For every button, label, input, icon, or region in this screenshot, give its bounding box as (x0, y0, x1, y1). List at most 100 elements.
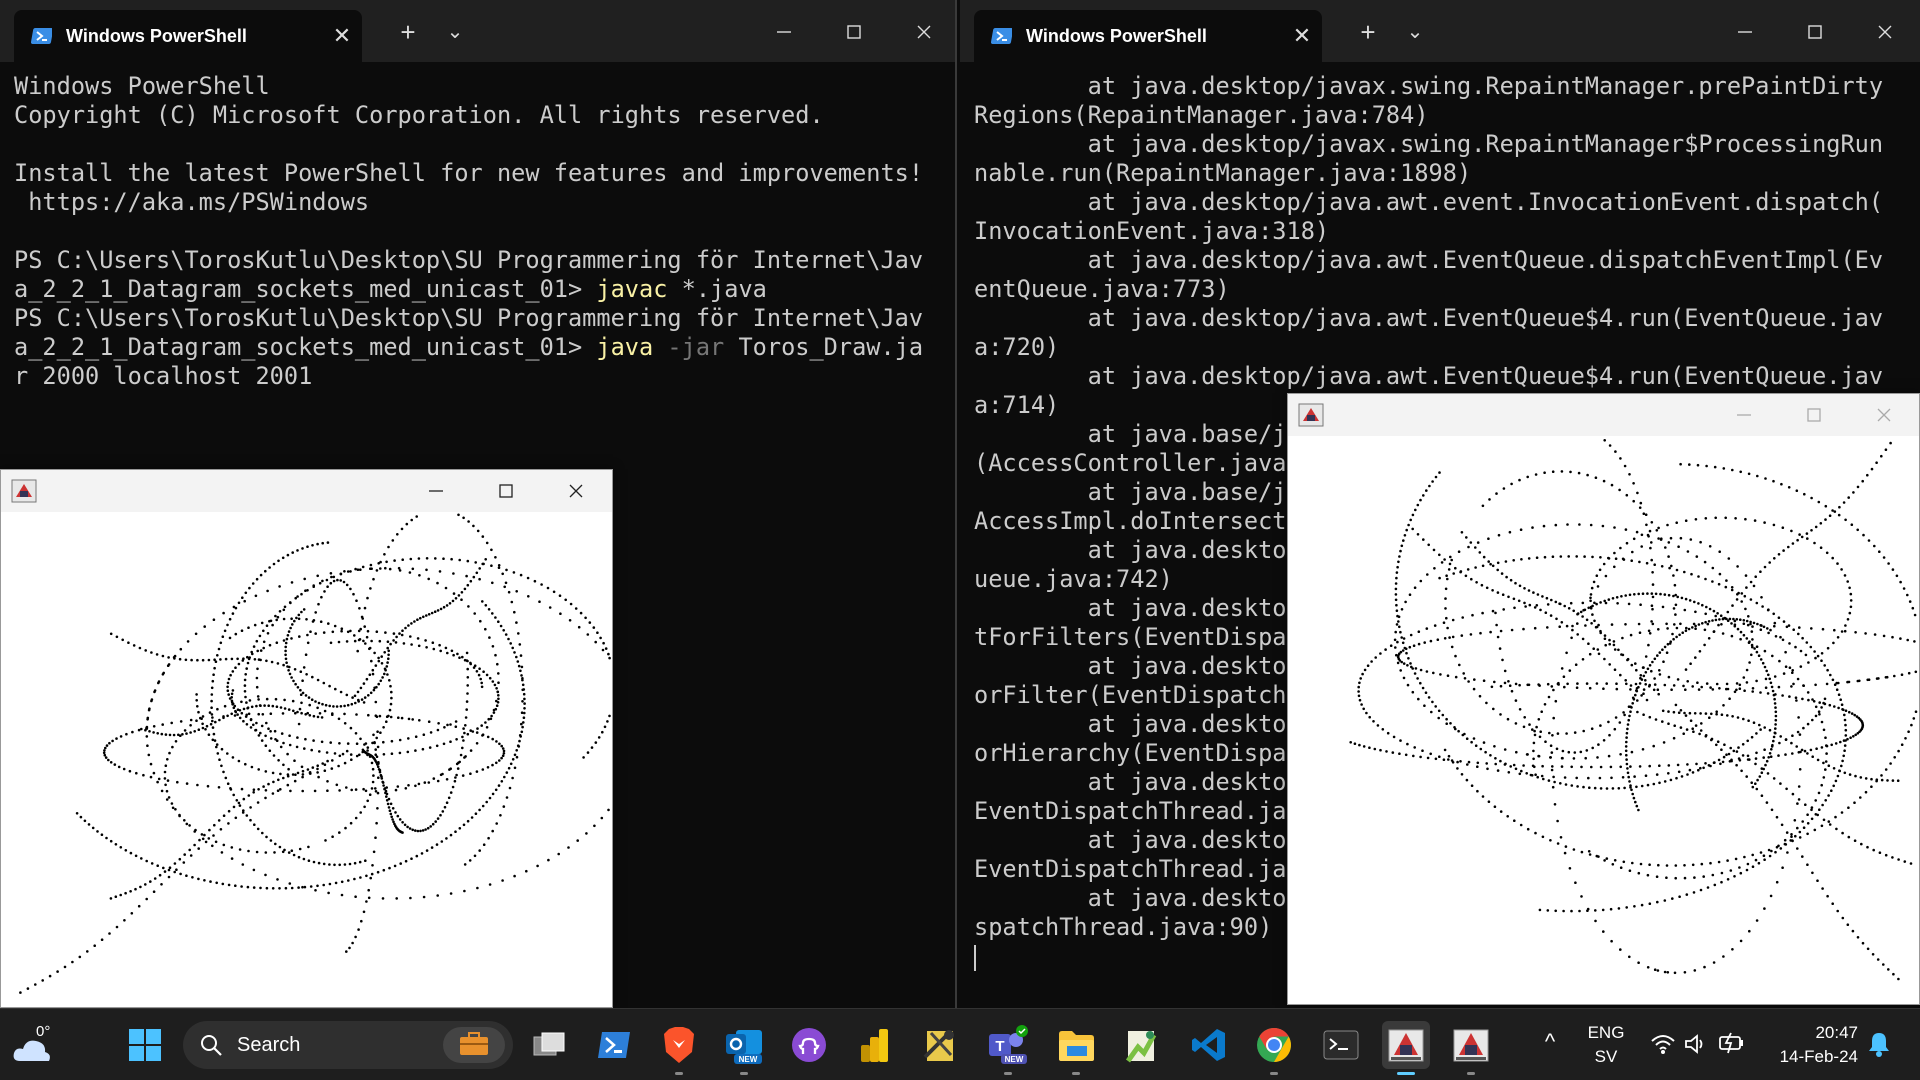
tab-bar: Windows PowerShell ✕ + ⌄ (960, 0, 1920, 62)
tab-powershell[interactable]: Windows PowerShell ✕ (14, 10, 362, 62)
terminal-line: Install the latest PowerShell for new fe… (14, 159, 923, 188)
clock[interactable]: 20:47 14-Feb-24 (1760, 1021, 1870, 1069)
folder-icon (1059, 1031, 1094, 1061)
taskbar-task-view[interactable] (525, 1021, 573, 1069)
minimize-button[interactable] (749, 4, 819, 60)
outlook-icon: NEW (726, 1030, 762, 1064)
dotted-drawing (1349, 439, 1918, 981)
powershell-icon (598, 1032, 630, 1058)
terminal-line: at java.desktop/java.awt.EventQueue.disp… (974, 246, 1884, 274)
taskbar-file-explorer[interactable] (1052, 1021, 1100, 1075)
github-icon (792, 1028, 826, 1062)
terminal-line: PS C:\Users\TorosKutlu\Desktop\SU Progra… (14, 304, 923, 333)
drawing-canvas[interactable] (1, 512, 612, 1007)
search-icon (201, 1035, 222, 1056)
terminal-line: a:720) (974, 333, 1060, 361)
battery-charging-icon[interactable] (1718, 1031, 1746, 1055)
terminal-text: PS C:\Users\TorosKutlu\Desktop\SU Progra… (14, 246, 924, 274)
running-indicator (1270, 1072, 1278, 1075)
taskbar-notepad-plus-plus[interactable] (1117, 1021, 1165, 1069)
command-token: javac (596, 275, 668, 303)
power-bi-icon (861, 1029, 888, 1062)
volume-icon[interactable] (1684, 1033, 1708, 1055)
taskbar-vscode[interactable] (1185, 1021, 1233, 1069)
terminal-line: Copyright (C) Microsoft Corporation. All… (14, 101, 923, 130)
terminal-line: a_2_2_1_Datagram_sockets_med_unicast_01>… (14, 333, 923, 362)
maximize-button[interactable] (1780, 4, 1850, 60)
taskbar-outlook-new[interactable]: NEW (720, 1021, 768, 1075)
minimize-button[interactable] (1710, 4, 1780, 60)
terminal-text: a_2_2_1_Datagram_sockets_med_unicast_01> (14, 333, 597, 361)
minimize-button[interactable] (401, 470, 471, 512)
terminal-line: at java.desktop/java.awt.EventQueue$4.ru… (974, 304, 1884, 332)
close-button[interactable] (1849, 394, 1919, 436)
maximize-button[interactable] (471, 470, 541, 512)
drawing-canvas[interactable] (1288, 436, 1919, 1004)
start-button[interactable] (121, 1021, 169, 1069)
taskbar-power-bi[interactable] (850, 1021, 898, 1069)
task-view-icon (533, 1032, 565, 1056)
java-app-icon (1388, 1029, 1424, 1062)
terminal-line: at java.desktop/java.awt.EventQueue$4.ru… (974, 362, 1884, 390)
weather-widget[interactable]: 0° (12, 1023, 72, 1067)
close-tab-icon[interactable]: ✕ (1282, 23, 1322, 49)
taskbar-java-draw-1[interactable] (1382, 1021, 1430, 1075)
running-indicator (740, 1072, 748, 1075)
running-indicator (1467, 1072, 1475, 1075)
vscode-icon (1192, 1029, 1225, 1061)
java-draw-window-right[interactable] (1287, 393, 1920, 1005)
search-box[interactable]: Search (183, 1021, 513, 1069)
close-button[interactable] (889, 4, 955, 60)
terminal-line: nable.run(RepaintManager.java:1898) (974, 159, 1472, 187)
language-indicator[interactable]: ENG SV (1582, 1021, 1630, 1069)
minimize-button[interactable] (1709, 394, 1779, 436)
terminal-text: Install the latest PowerShell for new fe… (14, 159, 924, 187)
terminal-line: entQueue.java:773) (974, 275, 1230, 303)
terminal-text: Windows PowerShell (14, 72, 270, 100)
notification-bell-icon[interactable] (1868, 1031, 1890, 1057)
maximize-button[interactable] (819, 4, 889, 60)
chrome-icon (1257, 1028, 1291, 1062)
taskbar-brave[interactable] (655, 1021, 703, 1075)
taskbar-teams-new[interactable]: T NEW (984, 1021, 1032, 1075)
wifi-icon[interactable] (1650, 1033, 1676, 1055)
terminal-text: r 2000 localhost 2001 (14, 362, 313, 390)
tools-icon (923, 1030, 954, 1061)
terminal-line: PS C:\Users\TorosKutlu\Desktop\SU Progra… (14, 246, 923, 275)
taskbar-tools-app[interactable] (915, 1021, 963, 1069)
title-bar[interactable] (1, 470, 612, 512)
taskbar-powershell[interactable] (590, 1021, 638, 1069)
taskbar-github-desktop[interactable] (785, 1021, 833, 1069)
taskbar-chrome[interactable] (1250, 1021, 1298, 1075)
keyboard-layout: SV (1594, 1047, 1618, 1066)
terminal-text: Toros_Draw.ja (724, 333, 924, 361)
dotted-drawing (19, 513, 611, 994)
tab-bar: Windows PowerShell ✕ + ⌄ (0, 0, 955, 62)
parameter-token: -jar (653, 333, 725, 361)
terminal-line: a_2_2_1_Datagram_sockets_med_unicast_01>… (14, 275, 923, 304)
terminal-output[interactable]: Windows PowerShell Copyright (C) Microsof… (14, 72, 923, 391)
close-button[interactable] (541, 470, 611, 512)
teams-icon: TNEW (989, 1025, 1028, 1064)
close-button[interactable] (1850, 4, 1920, 60)
title-bar[interactable] (1288, 394, 1919, 436)
terminal-icon (1323, 1030, 1359, 1060)
new-tab-button[interactable]: + (388, 12, 428, 52)
java-app-icon (11, 479, 37, 503)
java-draw-window-left[interactable] (0, 469, 613, 1008)
terminal-line: InvocationEvent.java:318) (974, 217, 1330, 245)
windows-start-icon (129, 1029, 161, 1061)
taskbar-terminal[interactable] (1317, 1021, 1365, 1069)
tab-dropdown-icon[interactable]: ⌄ (1395, 12, 1435, 52)
close-tab-icon[interactable]: ✕ (322, 23, 362, 49)
java-app-icon (1298, 403, 1324, 427)
tab-dropdown-icon[interactable]: ⌄ (435, 12, 475, 52)
new-tab-button[interactable]: + (1348, 12, 1388, 52)
notepad-plus-plus-icon (1125, 1031, 1157, 1063)
weather-temperature: 0° (36, 1023, 51, 1040)
show-hidden-icons-chevron[interactable]: ^ (1535, 1029, 1565, 1055)
taskbar-java-draw-2[interactable] (1447, 1021, 1495, 1075)
tab-powershell[interactable]: Windows PowerShell ✕ (974, 10, 1322, 62)
maximize-button[interactable] (1779, 394, 1849, 436)
